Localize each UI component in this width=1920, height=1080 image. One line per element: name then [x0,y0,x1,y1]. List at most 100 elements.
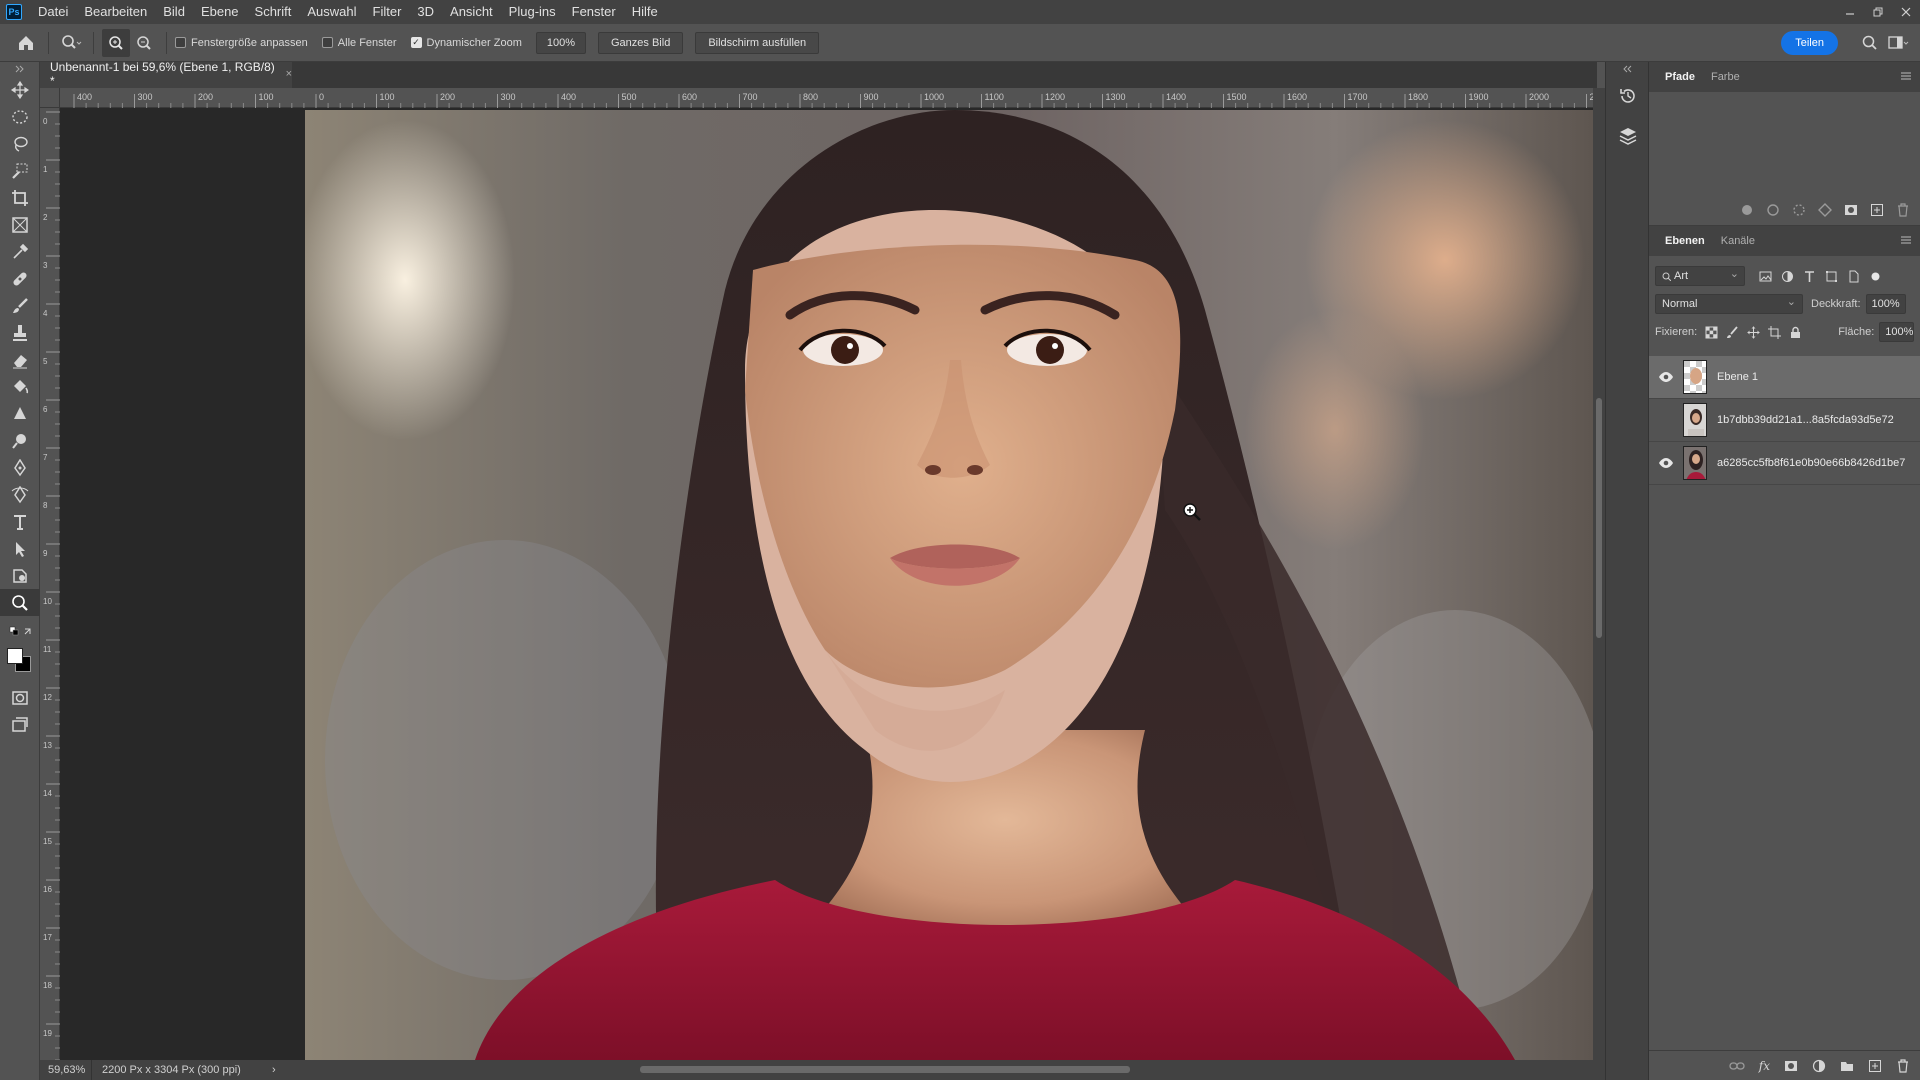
default-colors-icon[interactable] [0,624,40,640]
add-layer-mask-icon[interactable] [1784,1059,1798,1073]
all-windows-checkbox[interactable]: Alle Fenster [321,37,397,49]
fill-field[interactable]: 100% [1879,322,1915,342]
document-tab[interactable]: Unbenannt-1 bei 59,6% (Ebene 1, RGB/8) *… [40,60,292,88]
fill-screen-button[interactable]: Bildschirm ausfüllen [695,31,820,54]
clone-stamp-tool-icon[interactable] [0,319,40,346]
ruler-vertical[interactable]: 0 1 2 3 4 5 6 7 8 9 10 11 12 13 14 15 16 17 18 19 [40,108,60,1060]
vertical-scrollbar[interactable] [1593,88,1605,1060]
pen-tool-icon[interactable] [0,454,40,481]
status-menu-arrow-icon[interactable]: › [272,1064,276,1076]
filter-adjustment-icon[interactable] [1781,270,1794,283]
lasso-tool-icon[interactable] [0,130,40,157]
curvature-pen-tool-icon[interactable] [0,481,40,508]
tab-color[interactable]: Farbe [1703,62,1748,92]
type-tool-icon[interactable] [0,508,40,535]
blend-mode-select[interactable]: Normal [1655,293,1803,314]
status-zoom-field[interactable]: 59,63% [40,1060,92,1080]
new-group-folder-icon[interactable] [1840,1059,1854,1073]
selection-to-path-icon[interactable] [1818,203,1832,217]
fit-screen-button[interactable]: Ganzes Bild [598,31,684,54]
fill-path-icon[interactable] [1740,203,1754,217]
paint-bucket-tool-icon[interactable] [0,373,40,400]
zoom-out-icon[interactable] [130,29,158,57]
menu-filter[interactable]: Filter [365,0,410,24]
layer-style-fx-icon[interactable]: fx [1759,1059,1770,1073]
delete-layer-icon[interactable] [1896,1058,1910,1073]
blur-tool-icon[interactable] [0,400,40,427]
workspace-icon[interactable] [1884,29,1912,57]
menu-bild[interactable]: Bild [155,0,193,24]
menu-ansicht[interactable]: Ansicht [442,0,501,24]
panel-menu-icon[interactable] [1900,235,1912,245]
crop-tool-icon[interactable] [0,184,40,211]
screen-mode-icon[interactable] [0,711,40,738]
zoom-percentage-field[interactable]: 100% [535,31,586,54]
checkbox-box-checked[interactable]: ✓ [410,37,422,48]
layer-row[interactable]: a6285cc5fb8f61e0b90e66b8426d1be7 [1649,442,1920,485]
eraser-tool-icon[interactable] [0,346,40,373]
menu-hilfe[interactable]: Hilfe [624,0,666,24]
checkbox-box[interactable] [321,37,333,48]
zoom-tool-icon[interactable] [0,589,40,616]
filter-toggle-icon[interactable] [1869,270,1882,283]
new-layer-icon[interactable] [1868,1059,1882,1073]
link-layers-icon[interactable] [1729,1060,1745,1072]
tab-layers[interactable]: Ebenen [1657,226,1713,256]
lock-all-icon[interactable] [1789,326,1802,339]
shape-tool-icon[interactable] [0,562,40,589]
search-icon[interactable] [1856,29,1884,57]
filter-shape-icon[interactable] [1825,270,1838,283]
foreground-color-swatch[interactable] [7,648,23,664]
filter-smart-object-icon[interactable] [1847,270,1860,283]
ruler-horizontal[interactable]: 400 300 200 100 0 100 200 300 400 500 600 700 800 900… [40,88,1605,108]
menu-fenster[interactable]: Fenster [564,0,624,24]
tab-paths[interactable]: Pfade [1657,62,1703,92]
menu-schrift[interactable]: Schrift [247,0,300,24]
document-canvas-image[interactable] [305,110,1593,1060]
share-button[interactable]: Teilen [1781,31,1838,55]
layers-panel-icon[interactable] [1606,116,1650,156]
menu-auswahl[interactable]: Auswahl [299,0,364,24]
lock-transparent-pixels-icon[interactable] [1705,326,1718,339]
checkbox-box[interactable] [175,37,186,48]
delete-path-icon[interactable] [1896,203,1910,217]
menu-3d[interactable]: 3D [409,0,442,24]
layer-name[interactable]: Ebene 1 [1717,371,1758,383]
new-path-icon[interactable] [1870,203,1884,217]
menu-datei[interactable]: Datei [30,0,76,24]
menu-ebene[interactable]: Ebene [193,0,247,24]
restore-icon[interactable] [1864,0,1892,24]
healing-brush-tool-icon[interactable] [0,265,40,292]
zoom-in-icon[interactable] [102,28,130,57]
filter-type-icon[interactable] [1803,270,1816,283]
filter-pixel-icon[interactable] [1759,270,1772,283]
opacity-field[interactable]: 100% [1865,294,1906,314]
close-window-icon[interactable] [1892,0,1920,24]
layer-visibility-eye-icon[interactable] [1657,454,1675,472]
zoom-tool-preset-icon[interactable] [57,29,85,57]
quick-mask-icon[interactable] [0,684,40,711]
layer-visibility-toggle[interactable] [1657,411,1675,429]
lock-artboard-icon[interactable] [1768,325,1782,339]
layer-name[interactable]: 1b7dbb39dd21a1...8a5fcda93d5e72 [1717,414,1894,426]
new-adjustment-layer-icon[interactable] [1812,1059,1826,1073]
toolbar-collapse-icon[interactable] [0,62,40,76]
marquee-tool-icon[interactable] [0,103,40,130]
brush-tool-icon[interactable] [0,292,40,319]
frame-tool-icon[interactable] [0,211,40,238]
status-document-info[interactable]: 2200 Px x 3304 Px (300 ppi) [92,1064,272,1076]
layer-name[interactable]: a6285cc5fb8f61e0b90e66b8426d1be7 [1717,457,1905,469]
stroke-path-icon[interactable] [1766,203,1780,217]
minimize-icon[interactable] [1836,0,1864,24]
layer-row[interactable]: Ebene 1 [1649,356,1920,399]
home-icon[interactable] [12,29,40,57]
path-to-selection-icon[interactable] [1792,203,1806,217]
menu-plugins[interactable]: Plug-ins [501,0,564,24]
history-panel-icon[interactable] [1606,76,1650,116]
object-selection-tool-icon[interactable] [0,157,40,184]
panel-menu-icon[interactable] [1900,71,1912,81]
dynamic-zoom-checkbox[interactable]: ✓ Dynamischer Zoom [410,37,522,49]
layer-visibility-eye-icon[interactable] [1657,368,1675,386]
add-mask-icon[interactable] [1844,203,1858,217]
lock-position-icon[interactable] [1747,326,1760,339]
